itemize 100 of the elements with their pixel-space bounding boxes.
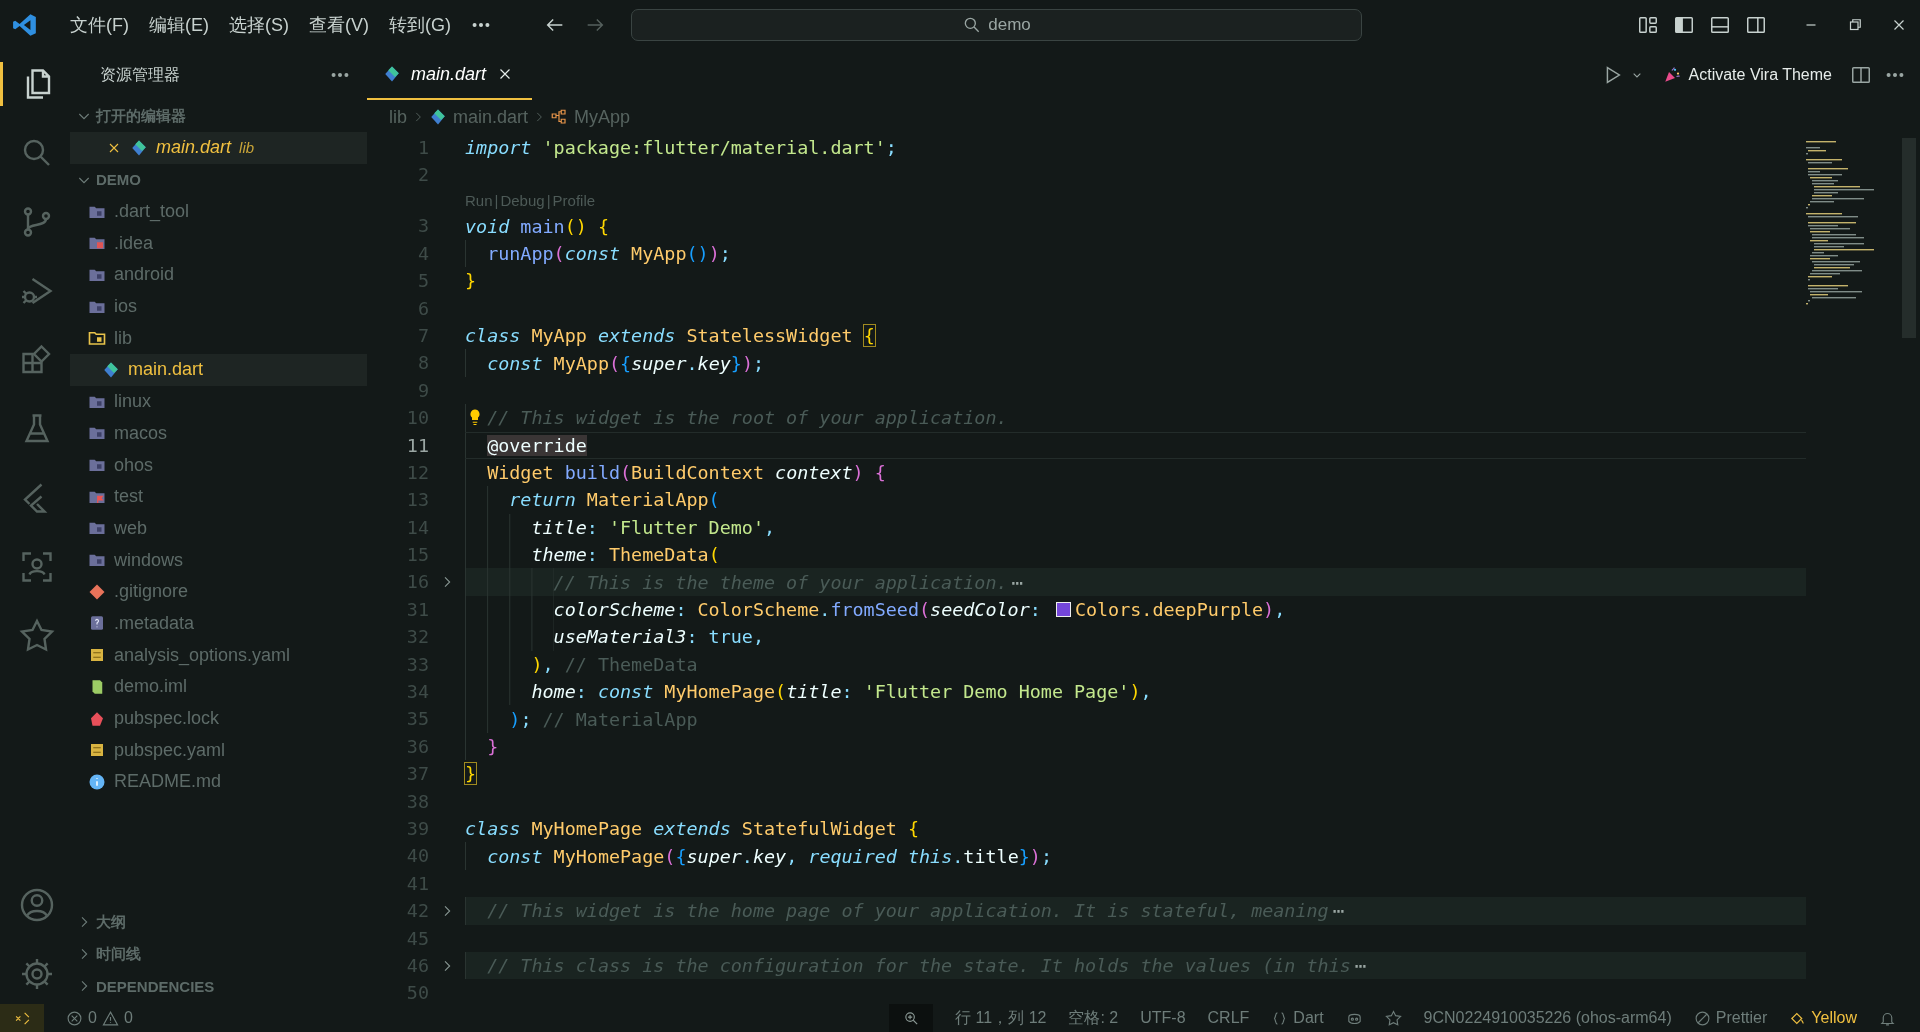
codelens-link[interactable]: Debug: [500, 192, 545, 210]
code-text: import 'package:flutter/material.dart';: [465, 137, 897, 159]
menu-item[interactable]: 查看(V): [299, 10, 379, 40]
search-field[interactable]: demo: [631, 9, 1362, 41]
account-icon: [18, 887, 55, 923]
code-text: title: 'Flutter Demo',: [531, 516, 776, 538]
code-text: ); // MaterialApp: [509, 708, 698, 730]
device-selector[interactable]: 9CN0224910035226 (ohos-arm64): [1423, 1009, 1672, 1027]
color-swatch[interactable]: [1055, 602, 1071, 618]
file-tree-item[interactable]: linux: [70, 385, 367, 418]
dart-file-icon: [130, 138, 148, 157]
file-tree-item[interactable]: ios: [70, 290, 367, 323]
code-text: @override: [487, 434, 587, 456]
line-ending-setting[interactable]: CRLF: [1207, 1009, 1250, 1027]
fold-ellipsis[interactable]: ⋯: [1354, 955, 1366, 977]
zoom-icon: [902, 1009, 920, 1027]
file-tree-item[interactable]: .gitignore: [70, 575, 367, 608]
file-icon: [102, 360, 120, 379]
folder-icon: [88, 329, 106, 348]
file-tree-item[interactable]: test: [70, 480, 367, 513]
star-icon[interactable]: [1384, 1009, 1402, 1027]
sidebar-toggle-icon[interactable]: [1673, 14, 1695, 36]
sidebar-title: 资源管理器: [100, 64, 180, 85]
indentation-setting[interactable]: 空格: 2: [1068, 1007, 1119, 1029]
remote-button[interactable]: [0, 1004, 44, 1032]
section-header[interactable]: DEPENDENCIES: [70, 970, 367, 1002]
menu-item[interactable]: 编辑(E): [139, 10, 219, 40]
breadcrumb-item[interactable]: main.dart: [429, 106, 529, 128]
encoding-setting[interactable]: UTF-8: [1140, 1009, 1186, 1027]
code-text: class MyHomePage extends StatefulWidget {: [465, 818, 919, 840]
warning-icon: [101, 1009, 119, 1027]
activate-theme-button[interactable]: Activate Vira Theme: [1656, 66, 1838, 84]
code-text: runApp(const MyApp());: [487, 242, 731, 264]
file-icon: [88, 582, 106, 601]
section-header[interactable]: 时间线: [70, 938, 367, 970]
breadcrumb-item[interactable]: lib: [389, 106, 407, 128]
layout-icon[interactable]: [1637, 14, 1659, 36]
problems-indicator[interactable]: 0 0: [66, 1009, 133, 1027]
party-popper-icon: [1662, 66, 1681, 84]
editor-tab[interactable]: main.dart: [367, 50, 533, 100]
file-tree-item[interactable]: .metadata: [70, 607, 367, 640]
file-tree-item[interactable]: demo.iml: [70, 671, 367, 703]
open-editor-item[interactable]: main.dart lib: [70, 132, 367, 164]
file-tree-item[interactable]: android: [70, 259, 367, 291]
section-header[interactable]: 打开的编辑器: [70, 100, 367, 132]
code-text: }: [465, 763, 477, 785]
file-tree-item[interactable]: web: [70, 512, 367, 545]
code-text: theme: ThemeData(: [531, 544, 720, 566]
codelens-link[interactable]: Profile: [552, 192, 596, 210]
app-logo-icon: [12, 12, 38, 38]
cursor-position[interactable]: 行 11，列 12: [955, 1007, 1047, 1029]
theme-status[interactable]: Yellow: [1789, 1009, 1857, 1027]
code-text: Widget build(BuildContext context) {: [487, 462, 886, 484]
star-icon: [18, 618, 55, 654]
code-text: return MaterialApp(: [509, 489, 720, 511]
file-icon: [88, 614, 106, 633]
code-text: void main() {: [465, 215, 609, 237]
code-text: home: const MyHomePage(title: 'Flutter Demo Home Page'),: [531, 681, 1152, 703]
menu-item[interactable]: 文件(F): [60, 10, 139, 40]
line-number: 11: [405, 433, 429, 458]
fold-ellipsis[interactable]: ⋯: [1332, 900, 1344, 922]
file-tree-item[interactable]: main.dart: [70, 354, 367, 386]
language-mode[interactable]: Dart: [1271, 1009, 1324, 1027]
error-icon: [66, 1009, 83, 1027]
codelens-link[interactable]: Run: [465, 192, 493, 210]
disabled-icon: [1693, 1009, 1711, 1027]
file-tree-item[interactable]: ohos: [70, 449, 367, 481]
file-tree-item[interactable]: pubspec.lock: [70, 702, 367, 735]
menu-item[interactable]: 转到(G): [379, 10, 461, 40]
code-text: ), // ThemeData: [531, 653, 698, 675]
fold-ellipsis[interactable]: ⋯: [1011, 571, 1023, 593]
secondary-sidebar-icon[interactable]: [1745, 14, 1767, 36]
dart-file-icon: [429, 108, 447, 126]
zoom-button[interactable]: [889, 1004, 934, 1032]
codelens-separator: |: [545, 192, 552, 210]
split-editor-icon[interactable]: [1850, 64, 1872, 86]
file-tree-item[interactable]: windows: [70, 544, 367, 576]
section-header[interactable]: DEMO: [70, 163, 367, 196]
code-text: }: [487, 736, 499, 757]
file-tree-item[interactable]: lib: [70, 322, 367, 355]
section-header[interactable]: 大纲: [70, 906, 367, 938]
file-tree-item[interactable]: pubspec.yaml: [70, 734, 367, 767]
formatter-status[interactable]: Prettier: [1693, 1009, 1768, 1027]
codelens-separator: |: [493, 192, 500, 210]
code-text: const MyApp({super.key});: [487, 352, 765, 374]
code-text: // This widget is the root of your application.: [487, 407, 1008, 429]
file-tree-item[interactable]: macos: [70, 417, 367, 450]
file-tree-item[interactable]: .idea: [70, 227, 367, 260]
code-text: colorScheme: ColorScheme.fromSeed(seedColor:: [553, 599, 1042, 621]
file-icon: [88, 772, 106, 791]
panel-toggle-icon[interactable]: [1709, 14, 1731, 36]
file-tree-item[interactable]: .dart_tool: [70, 195, 367, 228]
class-icon: [550, 108, 569, 126]
file-tree-item[interactable]: README.md: [70, 766, 367, 798]
menu-item[interactable]: 选择(S): [219, 10, 299, 40]
file-tree-item[interactable]: analysis_options.yaml: [70, 639, 367, 671]
code-text: useMaterial3: true,: [553, 626, 764, 648]
code-text: }: [465, 270, 477, 292]
dart-file-icon: [383, 65, 401, 83]
breadcrumb-item[interactable]: MyApp: [550, 106, 631, 128]
